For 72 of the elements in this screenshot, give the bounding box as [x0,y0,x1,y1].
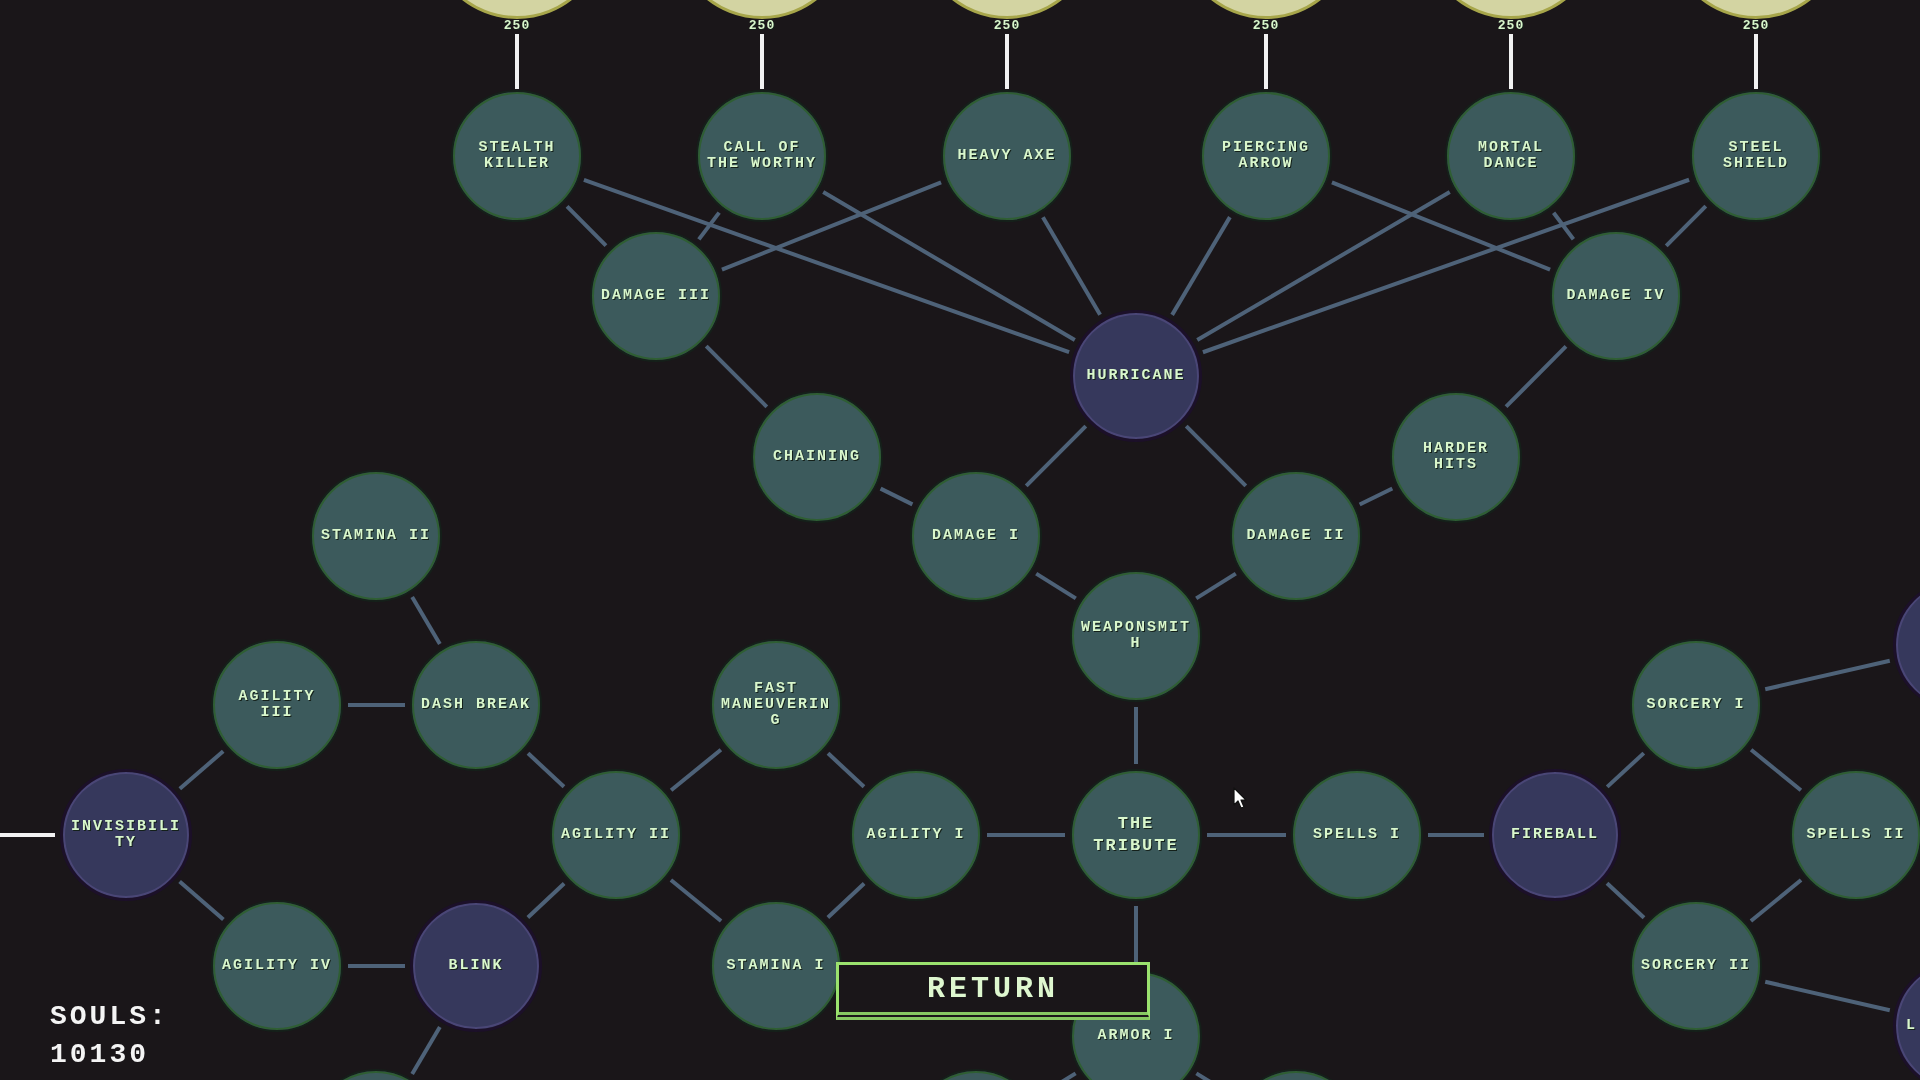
connector-line [826,751,866,789]
connector-line [1134,707,1138,764]
connector-line [1134,906,1138,965]
mouse-cursor-icon [1233,787,1247,809]
connector-line [1749,878,1803,923]
skill-node[interactable]: INVISIBILITY [60,769,192,901]
skill-node[interactable]: PIERCING ARROW [1200,90,1332,222]
connector-line [1035,571,1077,601]
skill-node[interactable]: AGILITY II [550,769,682,901]
connector-line [1195,571,1237,601]
cost-label: 250 [1496,19,1526,33]
skill-node[interactable]: HEAVY AXE [941,90,1073,222]
connector-line [826,882,866,919]
cost-label: 250 [1251,19,1281,33]
connector-line [348,964,405,968]
connector-line [1509,34,1513,89]
skill-node[interactable]: FIREBALL [1489,769,1621,901]
connector-line [1754,34,1758,89]
connector-line [1184,424,1248,488]
skill-node[interactable]: AGILITY IV [211,900,343,1032]
cost-label: 250 [502,19,532,33]
connector-line [1264,34,1268,89]
skill-node[interactable]: CALL OF THE WORTHY [696,90,828,222]
skill-node[interactable]: CHAINING [751,391,883,523]
connector-line [760,34,764,89]
skill-node[interactable]: DAMAGE II [1230,470,1362,602]
skill-node[interactable]: DASH BREAK [410,639,542,771]
connector-line [178,880,225,921]
skill-node[interactable]: HURRICANE [1070,310,1202,442]
connector-line [515,34,519,89]
skill-node[interactable]: AGILITY I [850,769,982,901]
skill-node[interactable]: STAMINA I [710,900,842,1032]
connector-line [1005,34,1009,89]
skill-node[interactable]: DAMAGE III [590,230,722,362]
connector-line [1358,486,1394,507]
connector-line [526,882,566,919]
connector-line [410,1026,442,1075]
skill-node[interactable]: AGILITY III [211,639,343,771]
souls-label: SOULS: [50,1000,169,1034]
cost-label: 250 [747,19,777,33]
skill-node[interactable]: SORCERY I [1630,639,1762,771]
skill-node[interactable]: STAMINA II [310,470,442,602]
connector-line [410,596,442,645]
skill-node[interactable]: SORCERY II [1630,900,1762,1032]
skill-node[interactable]: FAST MANEUVERING [710,639,842,771]
skill-node[interactable]: MORTAL DANCE [1445,90,1577,222]
skill-node[interactable]: SPELLS II [1790,769,1920,901]
skill-node[interactable]: BLINK [410,900,542,1032]
connector-line [0,833,55,837]
skill-node[interactable]: WEAPONSMITH [1070,570,1202,702]
connector-line [669,748,723,792]
skill-node[interactable]: DAMAGE IV [1550,230,1682,362]
connector-line [1749,748,1803,792]
skill-node[interactable]: STEALTH KILLER [451,90,583,222]
connector-line [348,703,405,707]
skill-node[interactable]: STEEL SHIELD [1690,90,1822,222]
skill-node[interactable]: THE TRIBUTE [1070,769,1202,901]
cost-label: 250 [992,19,1022,33]
connector-line [526,751,566,789]
skill-node[interactable]: HARDER HITS [1390,391,1522,523]
cost-label: 250 [1741,19,1771,33]
connector-line [1605,751,1646,789]
connector-line [178,749,225,791]
return-button[interactable]: RETURN [836,962,1150,1020]
skill-node[interactable]: SPELLS I [1291,769,1423,901]
skill-node[interactable]: DAMAGE I [910,470,1042,602]
connector-line [879,486,914,507]
connector-line [1428,833,1484,837]
connector-line [1024,424,1088,488]
souls-count: 10130 [50,1038,150,1072]
connector-line [1605,881,1646,920]
connector-line [669,878,723,923]
